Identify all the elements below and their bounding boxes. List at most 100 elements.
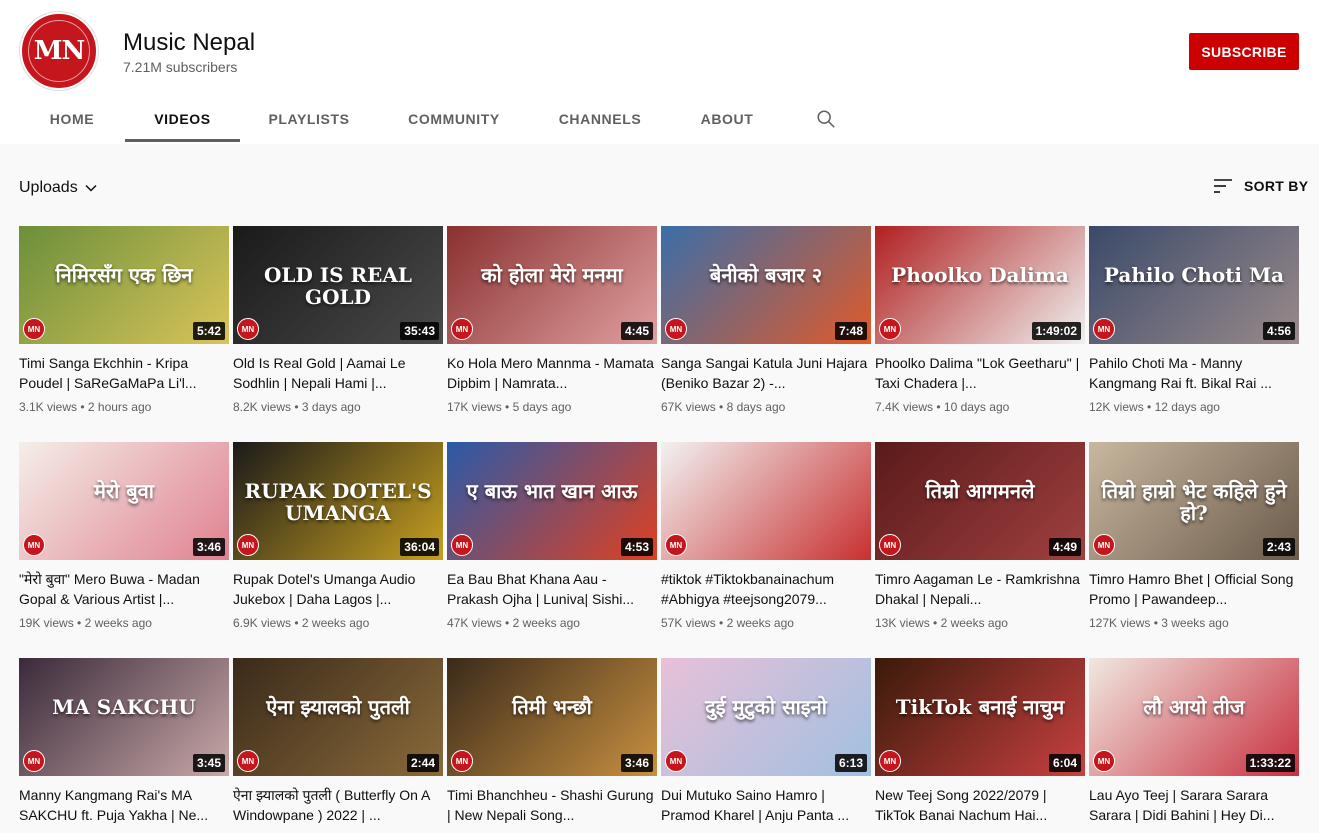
channel-watermark-icon: MN bbox=[23, 534, 45, 556]
video-title[interactable]: Manny Kangmang Rai's MA SAKCHU ft. Puja … bbox=[19, 785, 229, 825]
video-metadata: 57K views • 2 weeks ago bbox=[661, 616, 871, 630]
video-thumbnail[interactable]: दुई मुटुको साइनो MN 6:13 bbox=[661, 658, 871, 776]
video-duration: 6:13 bbox=[834, 754, 867, 772]
video-metadata: 3.1K views • 2 hours ago bbox=[19, 400, 229, 414]
video-metadata: 19K views • 2 weeks ago bbox=[19, 616, 229, 630]
video-thumbnail[interactable]: ए बाऊ भात खान आऊ MN 4:53 bbox=[447, 442, 657, 560]
video-thumbnail[interactable]: निमिरसँग एक छिन MN 5:42 bbox=[19, 226, 229, 344]
video-duration: 4:56 bbox=[1262, 322, 1295, 340]
video-title[interactable]: Pahilo Choti Ma - Manny Kangmang Rai ft.… bbox=[1089, 353, 1299, 393]
video-title[interactable]: Old Is Real Gold | Aamai Le Sodhlin | Ne… bbox=[233, 353, 443, 393]
video-thumbnail[interactable]: TikTok बनाई नाचुम MN 6:04 bbox=[875, 658, 1085, 776]
video-thumbnail[interactable]: RUPAK DOTEL'S UMANGA MN 36:04 bbox=[233, 442, 443, 560]
video-card[interactable]: MA SAKCHU MN 3:45 Manny Kangmang Rai's MA S… bbox=[19, 658, 229, 825]
video-card[interactable]: तिमी भन्छौ MN 3:46 Timi Bhanchheu - Shashi … bbox=[447, 658, 657, 825]
tab-home[interactable]: HOME bbox=[33, 94, 111, 142]
video-title[interactable]: Timi Sanga Ekchhin - Kripa Poudel | SaRe… bbox=[19, 353, 229, 393]
video-card[interactable]: ए बाऊ भात खान आऊ MN 4:53 Ea Bau Bhat Khana … bbox=[447, 442, 657, 630]
channel-watermark-icon: MN bbox=[1093, 534, 1115, 556]
video-card[interactable]: TikTok बनाई नाचुम MN 6:04 New Teej Song 202… bbox=[875, 658, 1085, 825]
uploads-dropdown[interactable]: Uploads bbox=[19, 179, 98, 197]
meta-separator: • bbox=[1150, 616, 1162, 630]
view-count: 19K views bbox=[19, 616, 74, 630]
tab-about[interactable]: ABOUT bbox=[690, 94, 764, 142]
video-duration: 4:53 bbox=[620, 538, 653, 556]
video-title[interactable]: Rupak Dotel's Umanga Audio Jukebox | Dah… bbox=[233, 569, 443, 609]
subscriber-count: 7.21M subscribers bbox=[123, 59, 238, 75]
meta-separator: • bbox=[77, 400, 88, 414]
video-title[interactable]: "मेरो बुवा" Mero Buwa - Madan Gopal & Va… bbox=[19, 569, 229, 609]
video-card[interactable]: Phoolko Dalima MN 1:49:02 Phoolko Dalima "L… bbox=[875, 226, 1085, 414]
video-title[interactable]: Timro Aagaman Le - Ramkrishna Dhakal | N… bbox=[875, 569, 1085, 609]
view-count: 57K views bbox=[661, 616, 716, 630]
video-thumbnail[interactable]: ऐना झ्यालको पुतली MN 2:44 bbox=[233, 658, 443, 776]
video-duration: 1:33:22 bbox=[1245, 754, 1295, 772]
channel-avatar[interactable]: MN bbox=[20, 12, 98, 90]
video-title[interactable]: Lau Ayo Teej | Sarara Sarara Sarara | Di… bbox=[1089, 785, 1299, 825]
video-duration: 3:45 bbox=[192, 754, 225, 772]
video-card[interactable]: तिम्रो हाम्रो भेट कहिले हुने हो? MN 2:43 Ti… bbox=[1089, 442, 1299, 630]
video-thumbnail[interactable]: तिम्रो आगमनले MN 4:49 bbox=[875, 442, 1085, 560]
video-card[interactable]: ऐना झ्यालको पुतली MN 2:44 ऐना झ्यालको पुतली… bbox=[233, 658, 443, 825]
tab-channels[interactable]: CHANNELS bbox=[545, 94, 655, 142]
video-duration: 7:48 bbox=[834, 322, 867, 340]
video-title[interactable]: ऐना झ्यालको पुतली ( Butterfly On A Windo… bbox=[233, 785, 443, 825]
video-title[interactable]: Timro Hamro Bhet | Official Song Promo |… bbox=[1089, 569, 1299, 609]
channel-watermark-icon: MN bbox=[23, 750, 45, 772]
video-thumbnail[interactable]: तिम्रो हाम्रो भेट कहिले हुने हो? MN 2:43 bbox=[1089, 442, 1299, 560]
meta-separator: • bbox=[1143, 400, 1155, 414]
video-thumbnail[interactable]: तिमी भन्छौ MN 3:46 bbox=[447, 658, 657, 776]
view-count: 12K views bbox=[1089, 400, 1144, 414]
video-thumbnail[interactable]: Phoolko Dalima MN 1:49:02 bbox=[875, 226, 1085, 344]
upload-age: 2 hours ago bbox=[87, 400, 152, 414]
video-thumbnail[interactable]: बेनीको बजार २ MN 7:48 bbox=[661, 226, 871, 344]
video-duration: 4:45 bbox=[620, 322, 653, 340]
thumbnail-caption: तिमी भन्छौ bbox=[512, 695, 592, 719]
video-card[interactable]: को होला मेरो मनमा MN 4:45 Ko Hola Mero Mann… bbox=[447, 226, 657, 414]
thumbnail-caption: तिम्रो आगमनले bbox=[925, 479, 1035, 503]
video-thumbnail[interactable]: मेरो बुवा MN 3:46 bbox=[19, 442, 229, 560]
view-count: 8.2K views bbox=[233, 400, 292, 414]
view-count: 127K views bbox=[1089, 616, 1151, 630]
video-thumbnail[interactable]: Pahilo Choti Ma MN 4:56 bbox=[1089, 226, 1299, 344]
video-title[interactable]: Timi Bhanchheu - Shashi Gurung | New Nep… bbox=[447, 785, 657, 825]
upload-age: 3 weeks ago bbox=[1161, 616, 1229, 630]
video-card[interactable]: RUPAK DOTEL'S UMANGA MN 36:04 Rupak Dotel's… bbox=[233, 442, 443, 630]
tab-playlists[interactable]: PLAYLISTS bbox=[256, 94, 362, 142]
video-title[interactable]: Dui Mutuko Saino Hamro | Pramod Kharel |… bbox=[661, 785, 871, 825]
search-icon[interactable] bbox=[815, 108, 837, 130]
channel-watermark-icon: MN bbox=[237, 318, 259, 340]
sort-by-label: SORT BY bbox=[1244, 178, 1309, 194]
channel-watermark-icon: MN bbox=[665, 534, 687, 556]
thumbnail-caption: ऐना झ्यालको पुतली bbox=[266, 695, 410, 719]
sort-by-button[interactable]: SORT BY bbox=[1214, 178, 1308, 194]
video-card[interactable]: दुई मुटुको साइनो MN 6:13 Dui Mutuko Saino H… bbox=[661, 658, 871, 825]
tab-videos[interactable]: VIDEOS bbox=[125, 94, 240, 142]
video-title[interactable]: New Teej Song 2022/2079 | TikTok Banai N… bbox=[875, 785, 1085, 825]
video-card[interactable]: Pahilo Choti Ma MN 4:56 Pahilo Choti Ma - M… bbox=[1089, 226, 1299, 414]
video-thumbnail[interactable]: MA SAKCHU MN 3:45 bbox=[19, 658, 229, 776]
video-card[interactable]: बेनीको बजार २ MN 7:48 Sanga Sangai Katula J… bbox=[661, 226, 871, 414]
tab-community[interactable]: COMMUNITY bbox=[395, 94, 513, 142]
video-title[interactable]: #tiktok #Tiktokbanainachum #Abhigya #tee… bbox=[661, 569, 871, 609]
video-title[interactable]: Ko Hola Mero Mannma - Mamata Dipbim | Na… bbox=[447, 353, 657, 393]
video-thumbnail[interactable]: लौ आयो तीज MN 1:33:22 bbox=[1089, 658, 1299, 776]
video-thumbnail[interactable]: को होला मेरो मनमा MN 4:45 bbox=[447, 226, 657, 344]
video-thumbnail[interactable]: OLD IS REAL GOLD MN 35:43 bbox=[233, 226, 443, 344]
video-metadata: 8.2K views • 3 days ago bbox=[233, 400, 443, 414]
video-card[interactable]: MN #tiktok #Tiktokbanainachum #Abhigya #t… bbox=[661, 442, 871, 630]
video-card[interactable]: OLD IS REAL GOLD MN 35:43 Old Is Real Gold … bbox=[233, 226, 443, 414]
video-card[interactable]: लौ आयो तीज MN 1:33:22 Lau Ayo Teej | Sarara… bbox=[1089, 658, 1299, 825]
video-card[interactable]: निमिरसँग एक छिन MN 5:42 Timi Sanga Ekchhin … bbox=[19, 226, 229, 414]
thumbnail-caption: दुई मुटुको साइनो bbox=[705, 695, 827, 719]
video-title[interactable]: Sanga Sangai Katula Juni Hajara (Beniko … bbox=[661, 353, 871, 393]
video-metadata: 13K views • 2 weeks ago bbox=[875, 616, 1085, 630]
subscribe-button[interactable]: SUBSCRIBE bbox=[1189, 33, 1299, 70]
video-thumbnail[interactable]: MN bbox=[661, 442, 871, 560]
video-title[interactable]: Ea Bau Bhat Khana Aau - Prakash Ojha | L… bbox=[447, 569, 657, 609]
video-title[interactable]: Phoolko Dalima "Lok Geetharu" | Taxi Cha… bbox=[875, 353, 1085, 393]
video-card[interactable]: मेरो बुवा MN 3:46 "मेरो बुवा" Mero Buwa - M… bbox=[19, 442, 229, 630]
video-card[interactable]: तिम्रो आगमनले MN 4:49 Timro Aagaman Le - Ra… bbox=[875, 442, 1085, 630]
upload-age: 3 days ago bbox=[301, 400, 361, 414]
upload-age: 2 weeks ago bbox=[84, 616, 152, 630]
